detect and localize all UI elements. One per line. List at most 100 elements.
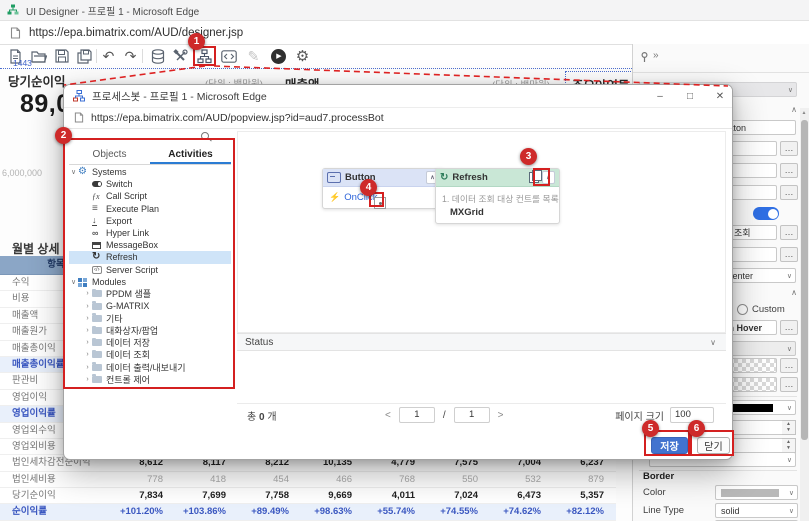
border-color-row: Color ∨ [643,485,798,500]
pin-icon[interactable] [640,52,649,66]
table-row[interactable]: 법인세비용 778418454466768550532879 [0,472,616,488]
table-cell: 768 [364,472,427,487]
axis-label: 6,000,000 [2,168,42,178]
table-cell: 879 [553,472,616,487]
line-type-row: Line Type solid∨ [643,503,798,518]
table-cell: 4,011 [364,488,427,503]
run-button[interactable]: ▶ [268,46,289,66]
window-title: UI Designer - 프로필 1 - Microsoft Edge [26,3,199,18]
scrollbar-thumb[interactable] [801,120,808,440]
refresh-node-title: Refresh [452,172,487,183]
ellipsis-button[interactable]: … [780,320,798,335]
popup-titlebar[interactable]: 프로세스봇 - 프로필 1 - Microsoft Edge – □ ✕ [64,85,732,108]
selection-line: 1443 [0,68,632,69]
table-cell: 532 [490,472,553,487]
ellipsis-button[interactable]: … [780,247,798,262]
url-text: https://epa.bimatrix.com/AUD/designer.js… [29,27,243,39]
popup-title: 프로세스봇 - 프로필 1 - Microsoft Edge [92,89,267,104]
page-input[interactable]: 1 [399,407,435,423]
save-button[interactable] [51,46,72,66]
minimize-button[interactable]: – [654,91,666,102]
row-label: 법인세비용 [0,472,112,487]
scroll-up-arrow[interactable]: ▲ [802,110,807,116]
line-type-label: Line Type [643,505,684,516]
ellipsis-button[interactable]: … [780,163,798,178]
expand-icon[interactable]: » [653,50,659,61]
button-icon [327,172,341,183]
ellipsis-button[interactable]: … [780,377,798,392]
ellipsis-button[interactable]: … [780,225,798,240]
panel-divider [633,72,809,73]
refresh-icon: ↻ [440,173,448,183]
next-page-button[interactable]: > [498,410,504,421]
ellipsis-button[interactable]: … [780,141,798,156]
close-button[interactable]: ✕ [714,91,726,102]
toggle-row [753,207,779,220]
table-cell: +101.20% [112,504,175,519]
ellipsis-button[interactable]: … [780,358,798,373]
table-row[interactable]: 당기순이익 7,8347,6997,7589,6694,0117,0246,47… [0,488,616,504]
undo-button[interactable]: ↶ [98,46,119,66]
window-titlebar: UI Designer - 프로필 1 - Microsoft Edge [0,0,809,21]
table-cell: +55.74% [364,504,427,519]
build-tools-button[interactable] [170,46,191,66]
status-chevron-icon[interactable]: ∨ [710,338,726,347]
page-separator: / [443,410,446,421]
table-cell: 550 [427,472,490,487]
annotation-badge-1: 1 [188,33,205,50]
database-button[interactable] [147,46,168,66]
url-bar[interactable]: https://epa.bimatrix.com/AUD/designer.js… [0,21,809,45]
settings-button[interactable]: ⚙ [292,46,313,66]
status-bar[interactable]: Status ∨ [237,333,726,351]
annotation-box-3 [533,168,550,186]
row-label: 당기순이익 [0,488,112,503]
main-toolbar: ↶ ↷ ✎ ▶ ⚙ [0,45,632,69]
line-type-select[interactable]: solid∨ [715,503,798,518]
stepper-buttons[interactable]: ▲▼ [782,420,796,435]
page-icon [74,112,84,123]
refresh-node-target: MXGrid [442,207,553,218]
prev-page-button[interactable]: < [385,410,391,421]
flow-canvas[interactable]: Button ∧ ⚡ OnClick ↻ Refresh ∧ [237,131,726,333]
border-section-title: Border [643,471,674,482]
annotation-badge-4: 4 [360,179,377,196]
maximize-button[interactable]: □ [684,91,696,102]
page-size-label: 페이지 크기 [615,408,664,423]
border-color-select[interactable]: ∨ [715,485,798,500]
table-cell: 418 [175,472,238,487]
table-cell: 7,758 [238,488,301,503]
popup-url-text: https://epa.bimatrix.com/AUD/popview.jsp… [91,112,384,124]
connector-arrow [238,132,727,334]
table-cell: +98.63% [301,504,364,519]
button-node-header[interactable]: Button ∧ [323,169,443,187]
table-cell: 7,699 [175,488,238,503]
row-values: 7,8347,6997,7589,6694,0117,0246,4735,357 [112,488,616,503]
annotation-badge-5: 5 [642,420,659,437]
table-row[interactable]: 순이익률 +101.20%+103.86%+89.49%+98.63%+55.7… [0,504,616,520]
refresh-node-body: 1. 데이터 조회 대상 컨트롤 목록 MXGrid [436,187,559,223]
panel-scrollbar[interactable]: ▲ [800,108,809,521]
custom-radio[interactable] [737,304,748,315]
edge-browser-window: UI Designer - 프로필 1 - Microsoft Edge htt… [0,0,809,521]
refresh-node-desc: 1. 데이터 조회 대상 컨트롤 목록 [442,192,553,205]
table-cell: 6,473 [490,488,553,503]
edit-button[interactable]: ✎ [243,46,264,66]
code-view-button[interactable] [218,46,239,66]
row-values: 778418454466768550532879 [112,472,616,487]
status-label: Status [237,337,273,348]
stepper-buttons[interactable]: ▲▼ [782,438,796,453]
popup-url-bar[interactable]: https://epa.bimatrix.com/AUD/popview.jsp… [64,107,732,129]
pager: < 1 / 1 > [385,407,503,423]
table-cell: 5,357 [553,488,616,503]
redo-button[interactable]: ↷ [120,46,141,66]
table-cell: 466 [301,472,364,487]
popup-window-buttons: – □ ✕ [654,85,726,107]
table-cell: +103.86% [175,504,238,519]
save-all-button[interactable] [74,46,95,66]
lightning-icon: ⚡ [329,192,340,203]
enabled-toggle[interactable] [753,207,779,220]
table-cell: +74.62% [490,504,553,519]
annotation-badge-6: 6 [688,420,705,437]
ellipsis-button[interactable]: … [780,185,798,200]
table-cell: +89.49% [238,504,301,519]
